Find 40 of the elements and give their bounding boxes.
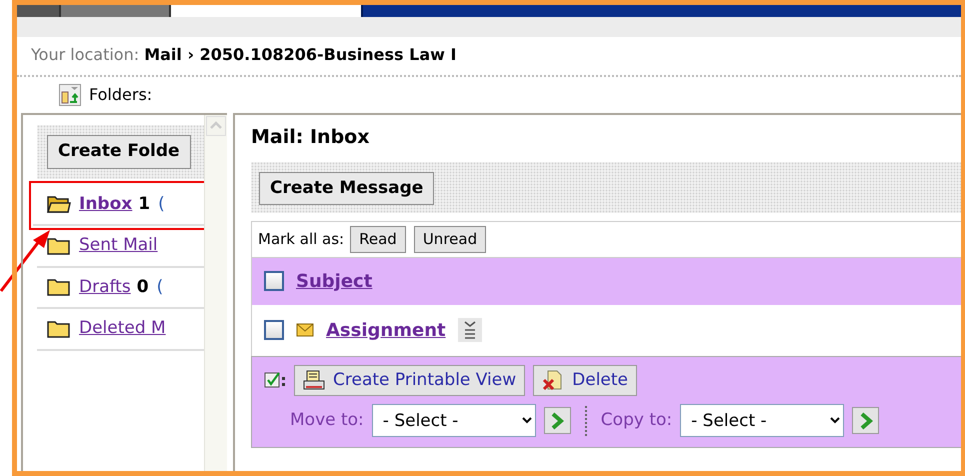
folder-link[interactable]: Deleted M bbox=[79, 316, 166, 342]
move-to-label: Move to: bbox=[290, 408, 364, 432]
tab[interactable] bbox=[59, 5, 171, 17]
folder-link[interactable]: Drafts bbox=[79, 274, 131, 300]
message-subject-link[interactable]: Assignment bbox=[326, 316, 446, 344]
breadcrumb: Your location: Mail › 2050.108206-Business Law I bbox=[17, 37, 961, 77]
create-message-button[interactable]: Create Message bbox=[259, 172, 434, 205]
copy-to-label: Copy to: bbox=[600, 408, 672, 432]
copy-to-select[interactable]: - Select - bbox=[680, 404, 844, 437]
folder-icon bbox=[47, 236, 71, 256]
subject-column-link[interactable]: Subject bbox=[296, 268, 372, 294]
unread-count: 1 bbox=[138, 192, 150, 216]
folder-icon bbox=[47, 318, 71, 339]
folder-link[interactable]: Inbox bbox=[79, 192, 132, 217]
mark-button[interactable]: Unread bbox=[414, 226, 486, 252]
printable-view-button[interactable]: Create Printable View bbox=[294, 364, 526, 396]
message-checkbox[interactable] bbox=[264, 320, 284, 340]
folder-tree-icon[interactable] bbox=[59, 84, 81, 106]
folder-icon bbox=[47, 277, 71, 298]
folder-icon bbox=[47, 194, 71, 214]
menu-icon[interactable] bbox=[458, 318, 482, 342]
move-to-select[interactable]: - Select - bbox=[372, 404, 536, 437]
unread-count: 0 bbox=[136, 276, 149, 298]
paren-text: ( bbox=[156, 276, 164, 298]
folder-link[interactable]: Sent Mail bbox=[79, 233, 158, 258]
create-folder-button[interactable]: Create Folde bbox=[47, 135, 191, 168]
mark-button[interactable]: Read bbox=[350, 226, 406, 252]
go-button[interactable] bbox=[852, 407, 880, 434]
printer-icon bbox=[303, 370, 325, 390]
panel-title: Mail: Inbox bbox=[251, 125, 370, 150]
delete-button[interactable]: Delete bbox=[533, 364, 637, 396]
go-button[interactable] bbox=[544, 407, 571, 434]
checked-box-icon bbox=[264, 371, 286, 390]
folders-label: Folders: bbox=[89, 84, 152, 106]
delete-icon bbox=[542, 370, 564, 390]
mark-all-label: Mark all as: bbox=[258, 229, 344, 250]
paren-text: ( bbox=[158, 192, 165, 216]
annotation-arrow bbox=[0, 228, 52, 292]
select-all-checkbox[interactable] bbox=[264, 271, 284, 291]
envelope-icon bbox=[296, 323, 314, 337]
